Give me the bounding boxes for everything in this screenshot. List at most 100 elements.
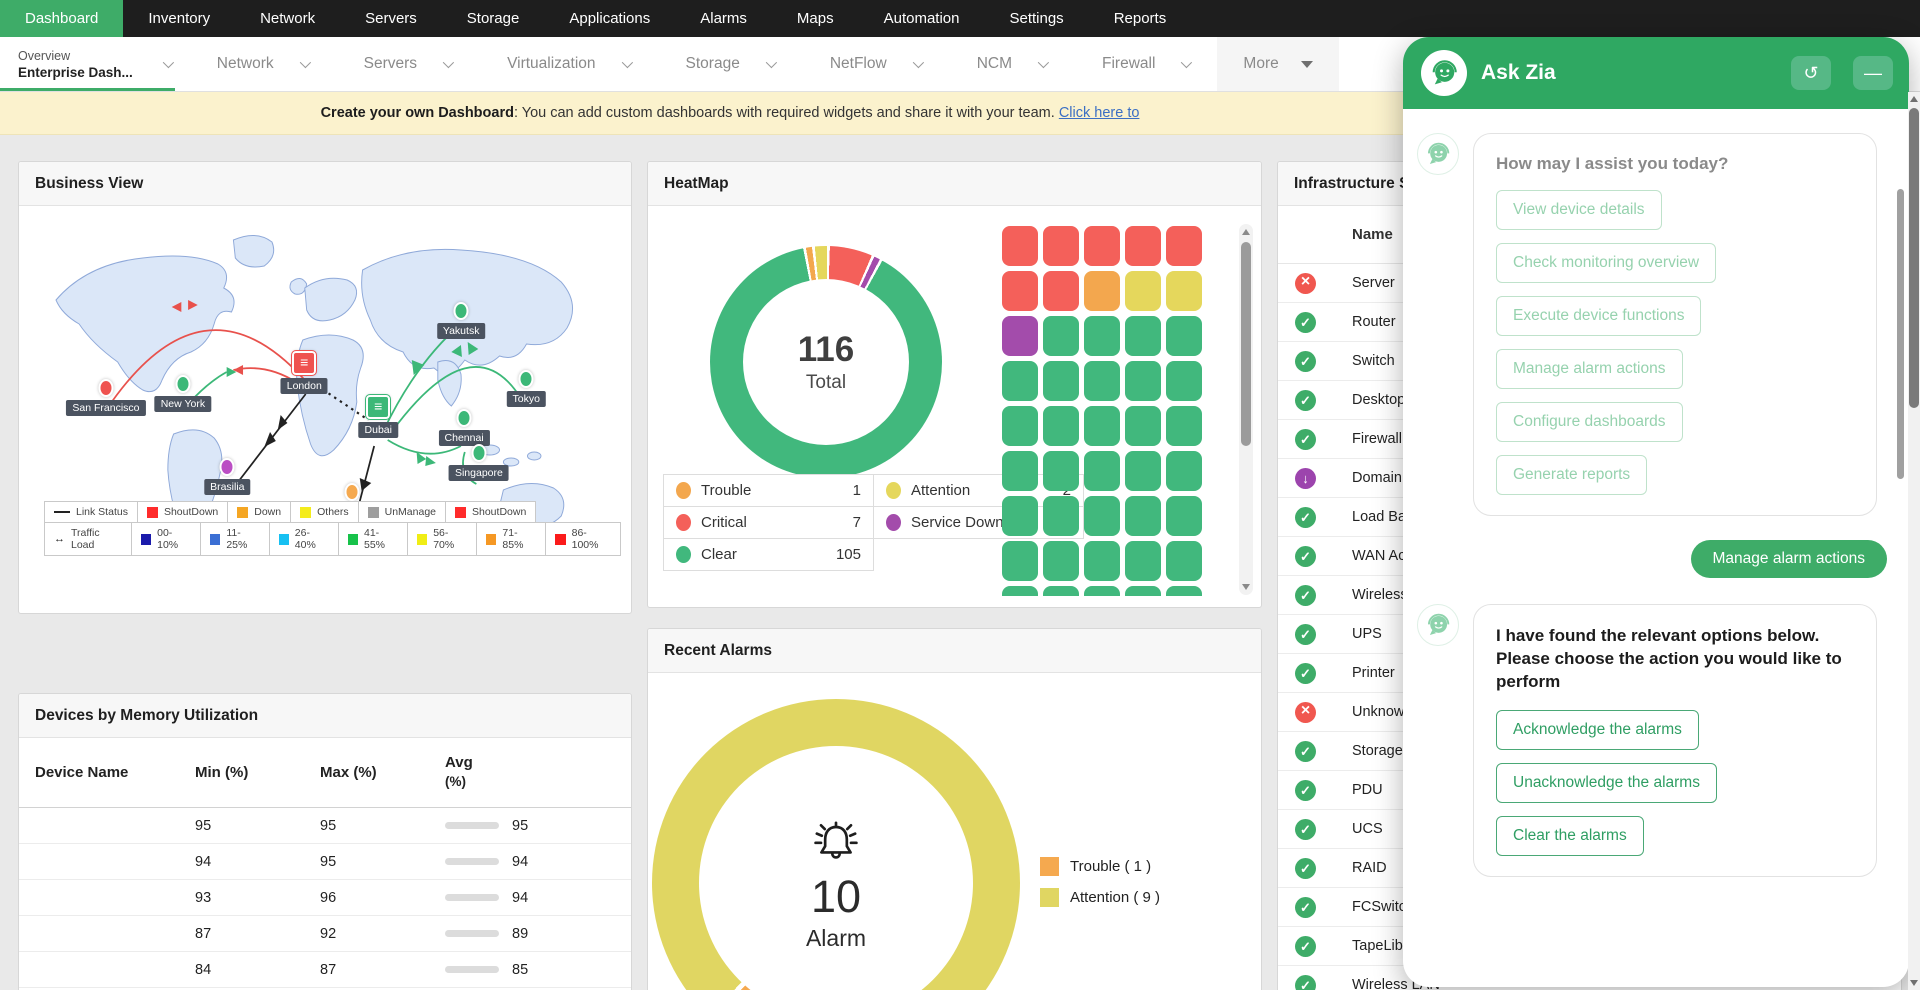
- heatmap-cell[interactable]: [1084, 451, 1120, 491]
- heatmap-scrollbar[interactable]: [1239, 224, 1253, 595]
- heatmap-cell[interactable]: [1043, 496, 1079, 536]
- heatmap-donut-chart[interactable]: 116 Total: [710, 246, 942, 478]
- zia-suggestion-button[interactable]: Execute device functions: [1496, 296, 1701, 336]
- heatmap-cell[interactable]: [1002, 451, 1038, 491]
- heatmap-cell[interactable]: [1084, 496, 1120, 536]
- map-city-marker[interactable]: Yakutsk: [454, 302, 469, 320]
- heatmap-cell[interactable]: [1002, 406, 1038, 446]
- zia-suggestion-button[interactable]: Configure dashboards: [1496, 402, 1683, 442]
- zia-suggestion-button[interactable]: View device details: [1496, 190, 1662, 230]
- map-city-marker[interactable]: Singapore: [471, 444, 486, 462]
- heatmap-cell[interactable]: [1125, 496, 1161, 536]
- table-row[interactable]: 95 95 95: [19, 808, 631, 844]
- heatmap-cell[interactable]: [1002, 361, 1038, 401]
- heatmap-cell[interactable]: [1002, 541, 1038, 581]
- top-nav-item[interactable]: Network: [235, 0, 340, 37]
- dashboard-tab[interactable]: Firewall: [1074, 37, 1217, 91]
- dashboard-tab[interactable]: Servers: [336, 37, 479, 91]
- banner-link[interactable]: Click here to: [1059, 105, 1140, 121]
- scroll-down-icon[interactable]: [1910, 980, 1918, 986]
- heatmap-cell[interactable]: [1166, 496, 1202, 536]
- heatmap-cell[interactable]: [1084, 271, 1120, 311]
- heatmap-cell[interactable]: [1002, 496, 1038, 536]
- chevron-down-icon[interactable]: [163, 57, 174, 68]
- map-city-marker[interactable]: Dubai: [366, 395, 390, 419]
- heatmap-cell[interactable]: [1084, 316, 1120, 356]
- scroll-up-icon[interactable]: [1910, 96, 1918, 102]
- zia-action-button[interactable]: Unacknowledge the alarms: [1496, 763, 1717, 803]
- top-nav-item[interactable]: Settings: [984, 0, 1088, 37]
- heatmap-cell[interactable]: [1084, 586, 1120, 596]
- top-nav-item[interactable]: Inventory: [123, 0, 235, 37]
- heatmap-cell[interactable]: [1043, 316, 1079, 356]
- heatmap-cell[interactable]: [1166, 271, 1202, 311]
- table-row[interactable]: 84 87 85: [19, 952, 631, 988]
- map-city-marker[interactable]: Brasilia: [220, 458, 235, 476]
- recent-alarms-donut-chart[interactable]: 10 Alarm: [652, 699, 1020, 990]
- tab-enterprise-dashboard[interactable]: Overview Enterprise Dash...: [0, 37, 189, 91]
- top-nav-item[interactable]: Applications: [544, 0, 675, 37]
- world-map[interactable]: San Francisco New York London: [29, 212, 621, 564]
- heatmap-cell[interactable]: [1043, 586, 1079, 596]
- top-nav-item[interactable]: Reports: [1089, 0, 1192, 37]
- heatmap-cell[interactable]: [1043, 541, 1079, 581]
- heatmap-cell[interactable]: [1166, 316, 1202, 356]
- heatmap-cell[interactable]: [1125, 406, 1161, 446]
- heatmap-cell[interactable]: [1002, 316, 1038, 356]
- user-message-pill[interactable]: Manage alarm actions: [1691, 540, 1888, 578]
- map-city-marker[interactable]: Tokyo: [519, 370, 534, 388]
- map-city-marker[interactable]: London: [292, 351, 316, 375]
- dashboard-tab[interactable]: Virtualization: [479, 37, 657, 91]
- heatmap-cell[interactable]: [1125, 541, 1161, 581]
- zia-minimize-button[interactable]: —: [1853, 56, 1893, 90]
- dashboard-tab[interactable]: NetFlow: [802, 37, 949, 91]
- heatmap-cell[interactable]: [1166, 586, 1202, 596]
- heatmap-cell[interactable]: [1043, 361, 1079, 401]
- heatmap-cell[interactable]: [1002, 226, 1038, 266]
- heatmap-cell[interactable]: [1084, 361, 1120, 401]
- heatmap-cell[interactable]: [1125, 451, 1161, 491]
- tab-more[interactable]: More: [1217, 37, 1338, 91]
- heatmap-cell[interactable]: [1002, 271, 1038, 311]
- zia-scrollbar-thumb[interactable]: [1897, 189, 1904, 479]
- heatmap-cell[interactable]: [1125, 586, 1161, 596]
- scroll-up-icon[interactable]: [1242, 229, 1250, 235]
- heatmap-cell[interactable]: [1125, 361, 1161, 401]
- heatmap-cell[interactable]: [1043, 226, 1079, 266]
- alarms-legend-item[interactable]: Trouble ( 1 ): [1040, 857, 1160, 876]
- top-nav-item[interactable]: Dashboard: [0, 0, 123, 37]
- map-city-marker[interactable]: San Francisco: [98, 379, 113, 397]
- heatmap-cell[interactable]: [1166, 541, 1202, 581]
- heatmap-cell[interactable]: [1043, 271, 1079, 311]
- heatmap-cell[interactable]: [1166, 361, 1202, 401]
- heatmap-cell[interactable]: [1043, 406, 1079, 446]
- heatmap-cell[interactable]: [1125, 271, 1161, 311]
- heatmap-cell[interactable]: [1166, 406, 1202, 446]
- zia-action-button[interactable]: Acknowledge the alarms: [1496, 710, 1699, 750]
- page-scrollbar[interactable]: [1908, 92, 1920, 990]
- heatmap-cell[interactable]: [1166, 226, 1202, 266]
- alarms-legend-item[interactable]: Attention ( 9 ): [1040, 888, 1160, 907]
- map-city-marker[interactable]: Chennai: [457, 409, 472, 427]
- scrollbar-thumb[interactable]: [1241, 242, 1251, 446]
- zia-reset-button[interactable]: ↺: [1791, 56, 1831, 90]
- top-nav-item[interactable]: Storage: [442, 0, 545, 37]
- zia-suggestion-button[interactable]: Check monitoring overview: [1496, 243, 1716, 283]
- heatmap-cell[interactable]: [1002, 586, 1038, 596]
- heatmap-cell[interactable]: [1125, 316, 1161, 356]
- heatmap-cell[interactable]: [1125, 226, 1161, 266]
- heatmap-cell[interactable]: [1043, 451, 1079, 491]
- zia-suggestion-button[interactable]: Manage alarm actions: [1496, 349, 1683, 389]
- top-nav-item[interactable]: Automation: [859, 0, 985, 37]
- table-row[interactable]: 93 96 94: [19, 880, 631, 916]
- table-row[interactable]: 94 95 94: [19, 844, 631, 880]
- scroll-down-icon[interactable]: [1242, 584, 1250, 590]
- top-nav-item[interactable]: Alarms: [675, 0, 772, 37]
- heatmap-cell[interactable]: [1084, 541, 1120, 581]
- dashboard-tab[interactable]: NCM: [949, 37, 1074, 91]
- dashboard-tab[interactable]: Storage: [658, 37, 802, 91]
- top-nav-item[interactable]: Servers: [340, 0, 442, 37]
- heatmap-legend-item[interactable]: Trouble 1: [663, 474, 874, 507]
- map-city-marker[interactable]: Johannesburg: [344, 483, 359, 501]
- heatmap-cell[interactable]: [1084, 406, 1120, 446]
